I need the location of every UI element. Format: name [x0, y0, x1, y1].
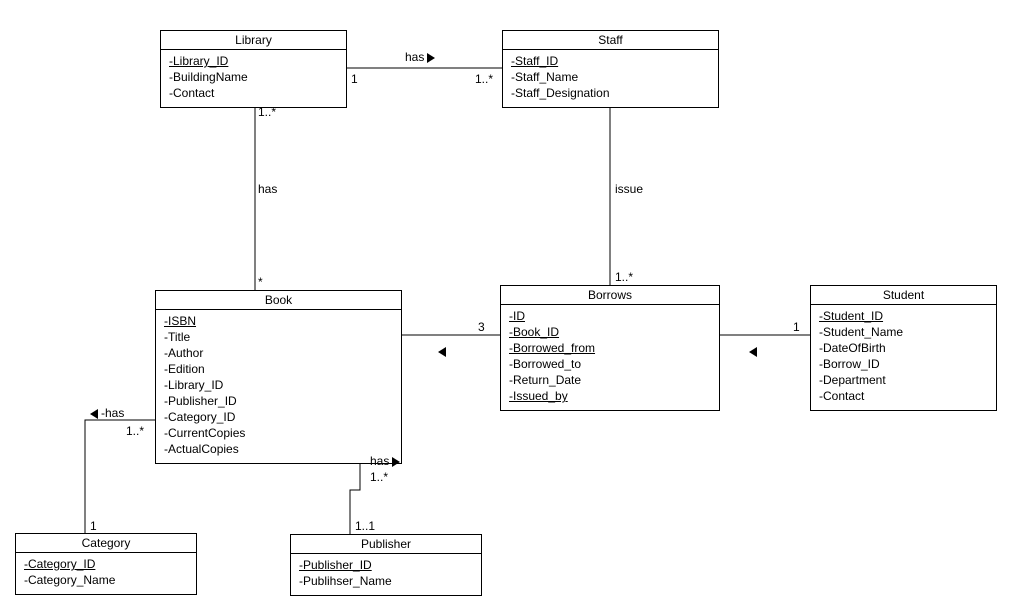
- mult: 1: [90, 519, 97, 533]
- class-title: Publisher: [291, 535, 481, 554]
- attr: -CurrentCopies: [164, 425, 393, 441]
- class-title: Student: [811, 286, 996, 305]
- attr: -Book_ID: [509, 324, 711, 340]
- attr: -Category_ID: [164, 409, 393, 425]
- mult: 1..1: [355, 519, 375, 533]
- attr: -Return_Date: [509, 372, 711, 388]
- attr: -Edition: [164, 361, 393, 377]
- attr: -Category_Name: [24, 572, 188, 588]
- attrs: -Publisher_ID -Publihser_Name: [291, 554, 481, 595]
- attr: -Student_ID: [819, 308, 988, 324]
- label-text: -has: [101, 406, 124, 420]
- attr: -Library_ID: [169, 53, 338, 69]
- attr: -Contact: [819, 388, 988, 404]
- attr: -Library_ID: [164, 377, 393, 393]
- mult: 1..*: [370, 470, 388, 484]
- assoc-label: issue: [615, 182, 643, 196]
- triangle-right-icon: [427, 53, 435, 63]
- mult: 1: [793, 320, 800, 334]
- assoc-label: has: [258, 182, 277, 196]
- label-text: has: [405, 50, 424, 64]
- mult: 1..*: [126, 424, 144, 438]
- attr: -ID: [509, 308, 711, 324]
- mult: *: [258, 275, 263, 289]
- triangle-left-icon: [438, 344, 449, 358]
- class-book: Book -ISBN -Title -Author -Edition -Libr…: [155, 290, 402, 464]
- attr: -Title: [164, 329, 393, 345]
- mult: 3: [478, 320, 485, 334]
- class-publisher: Publisher -Publisher_ID -Publihser_Name: [290, 534, 482, 596]
- attr: -Publihser_Name: [299, 573, 473, 589]
- mult: 1..*: [475, 72, 493, 86]
- assoc-label: has: [405, 50, 435, 64]
- attr: -ActualCopies: [164, 441, 393, 457]
- attr: -Borrowed_to: [509, 356, 711, 372]
- class-category: Category -Category_ID -Category_Name: [15, 533, 197, 595]
- attr: -Staff_Name: [511, 69, 710, 85]
- class-title: Category: [16, 534, 196, 553]
- attr: -Staff_Designation: [511, 85, 710, 101]
- attrs: -Staff_ID -Staff_Name -Staff_Designation: [503, 50, 718, 107]
- attr: -DateOfBirth: [819, 340, 988, 356]
- assoc-label: -has: [90, 406, 124, 420]
- triangle-right-icon: [392, 457, 400, 467]
- attr: -Borrow_ID: [819, 356, 988, 372]
- class-staff: Staff -Staff_ID -Staff_Name -Staff_Desig…: [502, 30, 719, 108]
- assoc-book-category: [85, 420, 155, 533]
- attr: -Staff_ID: [511, 53, 710, 69]
- triangle-left-icon: [90, 409, 98, 419]
- attr: -BuildingName: [169, 69, 338, 85]
- class-title: Borrows: [501, 286, 719, 305]
- class-title: Library: [161, 31, 346, 50]
- attr: -Author: [164, 345, 393, 361]
- class-title: Staff: [503, 31, 718, 50]
- attr: -ISBN: [164, 313, 393, 329]
- attr: -Borrowed_from: [509, 340, 711, 356]
- label-text: has: [370, 454, 389, 468]
- attr: -Contact: [169, 85, 338, 101]
- attrs: -ISBN -Title -Author -Edition -Library_I…: [156, 310, 401, 463]
- class-library: Library -Library_ID -BuildingName -Conta…: [160, 30, 347, 108]
- class-borrows: Borrows -ID -Book_ID -Borrowed_from -Bor…: [500, 285, 720, 411]
- uml-class-diagram: Library -Library_ID -BuildingName -Conta…: [0, 0, 1024, 610]
- mult: 1: [351, 72, 358, 86]
- attrs: -Library_ID -BuildingName -Contact: [161, 50, 346, 107]
- attr: -Publisher_ID: [164, 393, 393, 409]
- assoc-label: has: [370, 454, 400, 468]
- attr: -Department: [819, 372, 988, 388]
- attr: -Publisher_ID: [299, 557, 473, 573]
- class-title: Book: [156, 291, 401, 310]
- mult: 1..*: [258, 105, 276, 119]
- attr: -Issued_by: [509, 388, 711, 404]
- attrs: -Student_ID -Student_Name -DateOfBirth -…: [811, 305, 996, 410]
- triangle-left-icon: [749, 344, 760, 358]
- class-student: Student -Student_ID -Student_Name -DateO…: [810, 285, 997, 411]
- attrs: -Category_ID -Category_Name: [16, 553, 196, 594]
- mult: 1..*: [615, 270, 633, 284]
- attrs: -ID -Book_ID -Borrowed_from -Borrowed_to…: [501, 305, 719, 410]
- attr: -Student_Name: [819, 324, 988, 340]
- attr: -Category_ID: [24, 556, 188, 572]
